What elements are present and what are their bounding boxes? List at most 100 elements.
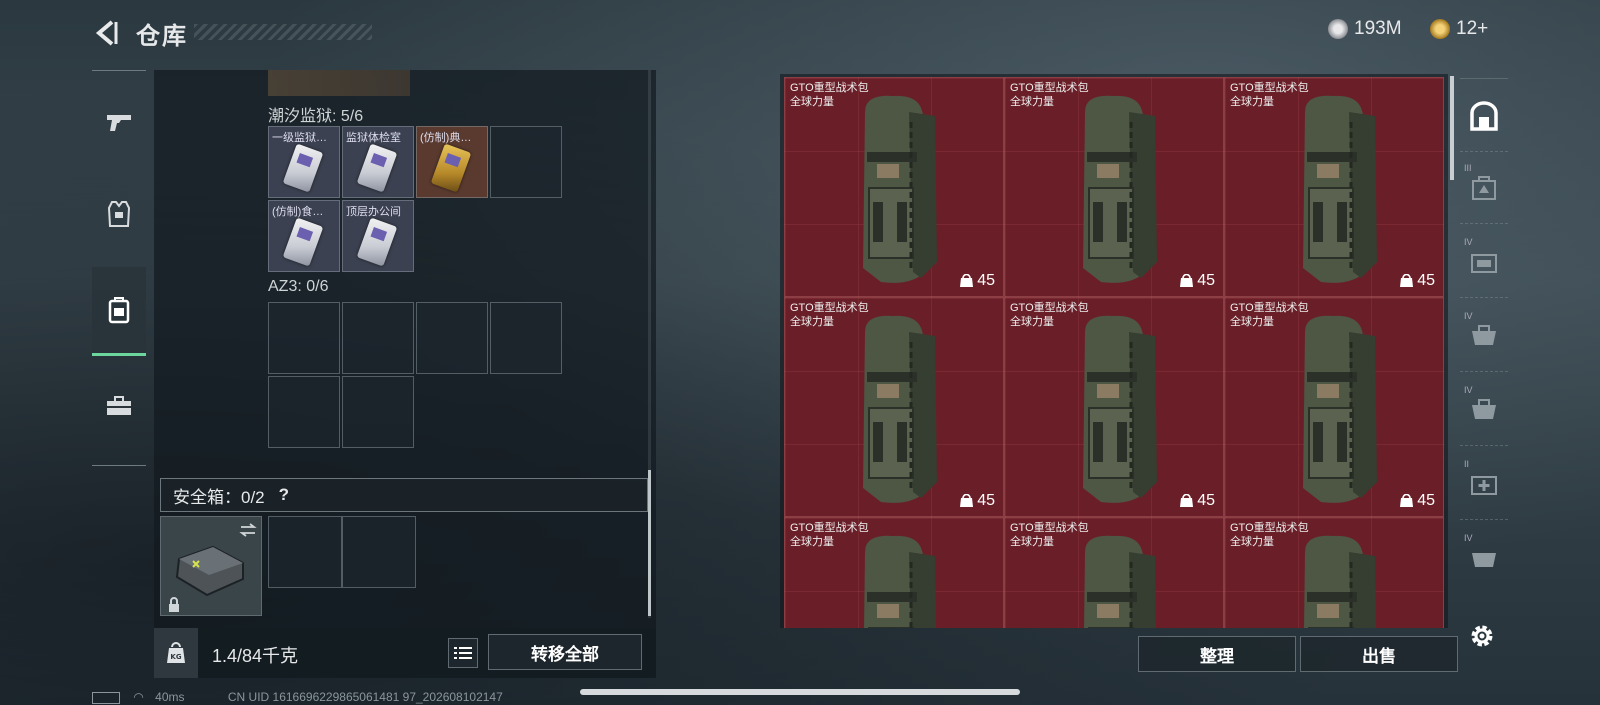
item-row-cut-top [268,70,410,96]
capacity-icon [1180,494,1194,507]
list-view-button[interactable] [448,638,478,668]
bag-name: GTO重型战术包 全球力量 [1010,82,1089,108]
right-scrollbar-thumb[interactable] [1450,76,1454,180]
capacity-icon [960,274,974,287]
bag-item[interactable]: GTO重型战术包全球力量45 [1004,517,1224,628]
bag-item[interactable]: GTO重型战术包全球力量45 [1004,297,1224,517]
safe-empty-slot[interactable] [342,516,416,588]
nav-armor[interactable] [92,171,146,257]
case-tier-icon [1471,254,1497,273]
backpack-item-icon [1083,315,1157,503]
filter-tier4-other[interactable]: IV [1460,523,1508,593]
keycard-icon [282,217,324,267]
bag-name: GTO重型战术包 全球力量 [790,302,869,328]
group1-grid: 一级监狱… 监狱体检室 (仿制)典… (仿制)食… 顶层办公间 [268,126,562,272]
gold-keycard-icon [430,143,472,193]
swap-icon[interactable] [239,523,257,537]
rig-tier-icon [1472,399,1496,419]
weight-icon-box: KG [154,628,198,678]
empty-slot[interactable] [490,302,562,374]
empty-slot[interactable] [268,376,340,448]
backpack-item-icon [1303,95,1377,283]
empty-slot[interactable] [490,126,562,198]
bag-name: GTO重型战术包 全球力量 [1010,302,1089,328]
filter-tier3[interactable]: III [1460,153,1508,224]
rig-tier-icon [1472,325,1496,345]
empty-slot[interactable] [268,302,340,374]
sell-button[interactable]: 出售 [1300,636,1458,672]
filter-tier4-case[interactable]: IV [1460,227,1508,298]
safe-empty-slot[interactable] [268,516,342,588]
backpack-icon [108,297,130,324]
transfer-all-button[interactable]: 转移全部 [488,634,642,670]
bag-capacity: 45 [1400,272,1435,290]
keycard-icon [356,217,398,267]
safe-box-slot[interactable] [160,516,262,616]
bag-name: GTO重型战术包 全球力量 [790,82,869,108]
safe-case-icon [175,545,244,597]
stash-panel: GTO重型战术包 全球力量 45 GTO重型战术包 全球力量 45 GTO重型战术包 全球力量… [780,74,1448,628]
capacity-icon [1180,274,1194,287]
item-slot[interactable]: (仿制)食… [268,200,340,272]
nav-toolbox[interactable] [92,363,146,449]
gold-currency[interactable]: 12+ [1430,18,1488,40]
bag-item[interactable]: GTO重型战术包全球力量45 [1224,297,1444,517]
gold-amount: 12+ [1456,18,1489,39]
gold-coin-icon [1430,19,1450,39]
home-indicator[interactable] [580,689,1020,695]
bag-name: GTO重型战术包 全球力量 [1230,302,1309,328]
bag-name: GTO重型战术包 全球力量 [1230,82,1309,108]
safe-box-bar: 安全箱：0/2 ? [160,478,648,512]
right-filter-nav: III IV IV IV II IV [1460,78,1508,609]
status-line: ◠ 40ms CN UID 1616696229865061481 97_202… [92,690,503,704]
page-title: 仓库 [136,23,188,50]
filter-tier4-rig[interactable]: IV [1460,301,1508,372]
empty-slot[interactable] [342,302,414,374]
help-icon[interactable]: ? [279,485,289,505]
group2-grid [268,302,562,448]
weight-value: 1.4/84千克 [212,646,299,666]
item-slot[interactable]: 顶层办公间 [342,200,414,272]
nav-weapon[interactable] [92,79,146,165]
silver-coin-icon [1328,19,1348,39]
uid-text: CN UID 1616696229865061481 97_2026081021… [227,690,503,704]
nav-backpack[interactable] [92,267,146,356]
item-slot[interactable]: 监狱体检室 [342,126,414,198]
empty-slot[interactable] [342,376,414,448]
filter-backpack[interactable] [1460,81,1508,152]
item-slot[interactable]: 一级监狱… [268,126,340,198]
bag-item[interactable]: GTO重型战术包全球力量 45 [784,297,1004,517]
bag-tier-icon [1472,176,1496,200]
backpack-item-icon [1303,315,1377,503]
bag-capacity: 45 [960,272,995,290]
keycard-icon [282,143,324,193]
bag-capacity: 45 [960,492,995,510]
pistol-icon [107,115,131,131]
bag-item[interactable]: GTO重型战术包全球力量 45 [1004,77,1224,297]
bag-item[interactable]: GTO重型战术包全球力量 45 [784,77,1004,297]
backpack-item-icon [863,315,937,503]
capacity-icon [1400,494,1414,507]
empty-slot[interactable] [416,302,488,374]
item-slot[interactable]: (仿制)典… [416,126,488,198]
medkit-tier-icon [1471,476,1497,495]
group2-label: AZ3: 0/6 [268,278,329,295]
house-bag-icon [1470,101,1498,131]
bag-item[interactable]: GTO重型战术包全球力量45 [1224,517,1444,628]
bag-item[interactable]: GTO重型战术包全球力量 45 [1224,77,1444,297]
sort-button[interactable]: 整理 [1138,636,1296,672]
gear-tier-icon [1472,553,1496,567]
bag-item[interactable]: GTO重型战术包全球力量45 [784,517,1004,628]
safe-box-label: 安全箱：0/2 [173,487,265,507]
svg-text:KG: KG [170,653,181,661]
list-icon [454,647,472,659]
left-scrollbar-thumb[interactable] [648,470,651,616]
filter-tier2-medkit[interactable]: II [1460,449,1508,520]
back-arrow-icon[interactable] [92,18,122,48]
capacity-icon [960,494,974,507]
filter-tier4-rig-2[interactable]: IV [1460,375,1508,446]
bag-capacity: 45 [1180,272,1215,290]
settings-gear-icon[interactable] [1468,622,1496,650]
vest-icon [107,201,131,227]
backpack-item-icon [863,95,937,283]
